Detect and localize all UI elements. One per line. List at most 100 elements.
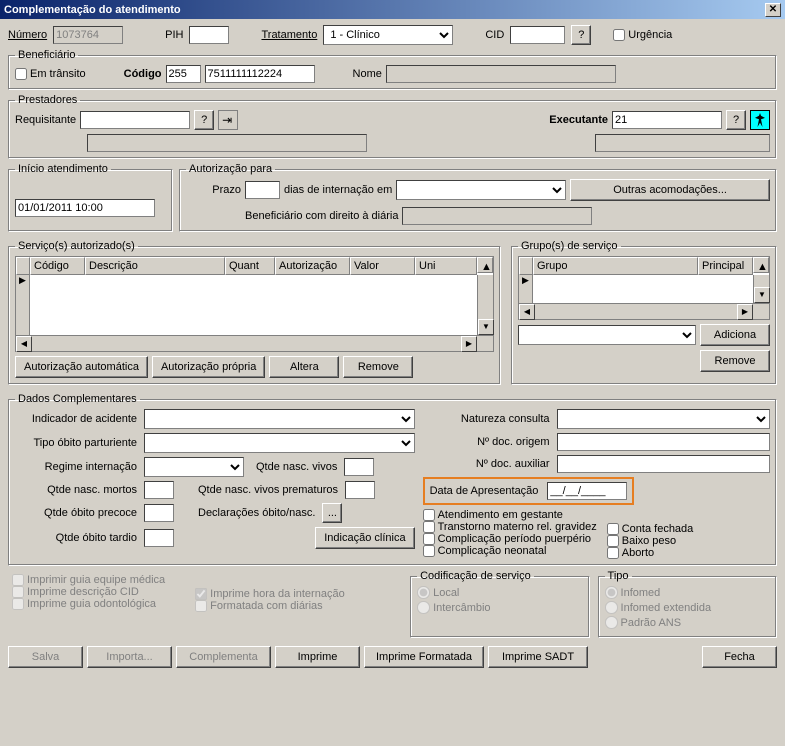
extendida-radio: Infomed extendida: [605, 601, 770, 614]
row-marker: ▶: [519, 275, 533, 303]
intercambio-radio: Intercâmbio: [417, 601, 582, 614]
cid-label: CID: [485, 29, 504, 41]
regime-select[interactable]: [144, 457, 244, 477]
requisitante-help-button[interactable]: ?: [194, 110, 214, 130]
beneficiario-legend: Beneficiário: [15, 49, 78, 61]
scrollbar-v[interactable]: ▼: [477, 275, 493, 335]
codigo2-input[interactable]: [205, 65, 315, 83]
scroll-left-icon[interactable]: ◀: [519, 304, 535, 320]
tipo-obito-select[interactable]: [144, 433, 415, 453]
autorizacao-propria-button[interactable]: Autorização própria: [152, 356, 265, 378]
scroll-right-icon[interactable]: ▶: [737, 304, 753, 320]
nasc-mortos-input[interactable]: [144, 481, 174, 499]
doc-aux-input[interactable]: [557, 455, 770, 473]
col-valor[interactable]: Valor: [350, 257, 415, 275]
adiciona-grupo-button[interactable]: Adiciona: [700, 324, 770, 346]
doc-origem-input[interactable]: [557, 433, 770, 451]
urgencia-checkbox[interactable]: Urgência: [613, 29, 672, 41]
window-title: Complementação do atendimento: [4, 4, 181, 16]
altera-button[interactable]: Altera: [269, 356, 339, 378]
imprime-formatada-button[interactable]: Imprime Formatada: [364, 646, 484, 668]
guia-medica-checkbox: Imprimir guia equipe médica: [12, 574, 165, 586]
fecha-button[interactable]: Fecha: [702, 646, 777, 668]
scrollbar-h[interactable]: ◀ ▶: [16, 335, 493, 351]
col-codigo[interactable]: Código: [30, 257, 85, 275]
servicos-grid[interactable]: Código Descrição Quant Autorização Valor…: [15, 256, 494, 352]
scroll-up-icon[interactable]: ▲: [753, 257, 769, 273]
executante-desc-input: [595, 134, 770, 152]
col-quant[interactable]: Quant: [225, 257, 275, 275]
cid-input[interactable]: [510, 26, 565, 44]
indicador-label: Indicador de acidente: [15, 413, 140, 425]
pih-input[interactable]: [189, 26, 229, 44]
complementa-button: Complementa: [176, 646, 271, 668]
autorizacao-auto-button[interactable]: Autorização automática: [15, 356, 148, 378]
executante-person-icon[interactable]: [750, 110, 770, 130]
grupos-grid-body[interactable]: ▶ ▼: [519, 275, 769, 303]
executante-input[interactable]: [612, 111, 722, 129]
aborto-checkbox[interactable]: Aborto: [607, 547, 694, 559]
baixo-peso-checkbox[interactable]: Baixo peso: [607, 535, 694, 547]
transito-checkbox[interactable]: Em trânsito: [15, 68, 86, 80]
servicos-grid-body[interactable]: ▶ ▼: [16, 275, 493, 335]
importa-button: Importa...: [87, 646, 172, 668]
cid-help-button[interactable]: ?: [571, 25, 591, 45]
col-autorizacao[interactable]: Autorização: [275, 257, 350, 275]
natureza-select[interactable]: [557, 409, 770, 429]
scroll-down-icon[interactable]: ▼: [478, 319, 494, 335]
hora-intern-checkbox: Imprime hora da internação: [195, 588, 345, 600]
codificacao-group: Codificação de serviço Local Intercâmbio: [410, 570, 589, 638]
indicacao-clinica-button[interactable]: Indicação clínica: [315, 527, 414, 549]
dados-group: Dados Complementares Indicador de aciden…: [8, 393, 777, 566]
scroll-right-icon[interactable]: ▶: [461, 336, 477, 352]
nasc-vivos-input[interactable]: [344, 458, 374, 476]
gestante-checkbox[interactable]: Atendimento em gestante: [423, 509, 597, 521]
scrollbar-v[interactable]: ▼: [753, 275, 769, 303]
nome-label: Nome: [353, 68, 382, 80]
grupos-grid[interactable]: Grupo Principal ▲ ▶ ▼ ◀ ▶: [518, 256, 770, 320]
tipo-legend: Tipo: [605, 570, 632, 582]
col-uni[interactable]: Uni: [415, 257, 477, 275]
prazo-input[interactable]: [245, 181, 280, 199]
conta-fechada-checkbox[interactable]: Conta fechada: [607, 523, 694, 535]
close-icon[interactable]: ✕: [765, 3, 781, 17]
desc-cid-checkbox: Imprime descrição CID: [12, 586, 165, 598]
scroll-down-icon[interactable]: ▼: [754, 287, 770, 303]
transtorno-checkbox[interactable]: Transtorno materno rel. gravidez: [423, 521, 597, 533]
neonatal-checkbox[interactable]: Complicação neonatal: [423, 545, 597, 557]
regime-label: Regime internação: [15, 461, 140, 473]
data-apres-label: Data de Apresentação: [430, 485, 542, 497]
outras-acomodacoes-button[interactable]: Outras acomodações...: [570, 179, 770, 201]
puerperio-checkbox[interactable]: Complicação período puerpério: [423, 533, 597, 545]
scrollbar-h[interactable]: ◀ ▶: [519, 303, 769, 319]
decl-label: Declarações óbito/nasc.: [198, 507, 318, 519]
benef-diaria-label: Beneficiário com direito à diária: [245, 210, 398, 222]
tratamento-select[interactable]: 1 - Clínico: [323, 25, 453, 45]
col-principal[interactable]: Principal: [698, 257, 753, 275]
remove-grupo-button[interactable]: Remove: [700, 350, 770, 372]
doc-aux-label: Nº doc. auxiliar: [423, 458, 553, 470]
col-grupo[interactable]: Grupo: [533, 257, 698, 275]
col-descricao[interactable]: Descrição: [85, 257, 225, 275]
obito-precoce-input[interactable]: [144, 504, 174, 522]
benef-diaria-input: [402, 207, 592, 225]
imprime-sadt-button[interactable]: Imprime SADT: [488, 646, 588, 668]
codigo1-input[interactable]: [166, 65, 201, 83]
imprime-button[interactable]: Imprime: [275, 646, 360, 668]
data-apres-input[interactable]: [547, 482, 627, 500]
grupo-combo[interactable]: [518, 325, 696, 345]
scroll-left-icon[interactable]: ◀: [16, 336, 32, 352]
servicos-group: Serviço(s) autorizado(s) Código Descriçã…: [8, 240, 501, 385]
requisitante-exit-icon[interactable]: [218, 110, 238, 130]
indicador-select[interactable]: [144, 409, 415, 429]
decl-button[interactable]: ...: [322, 503, 342, 523]
executante-help-button[interactable]: ?: [726, 110, 746, 130]
obito-tardio-input[interactable]: [144, 529, 174, 547]
prematuros-input[interactable]: [345, 481, 375, 499]
requisitante-input[interactable]: [80, 111, 190, 129]
remove-servico-button[interactable]: Remove: [343, 356, 413, 378]
scroll-up-icon[interactable]: ▲: [477, 257, 493, 273]
codificacao-legend: Codificação de serviço: [417, 570, 534, 582]
inicio-input[interactable]: [15, 199, 155, 217]
acomodacao-select[interactable]: [396, 180, 566, 200]
